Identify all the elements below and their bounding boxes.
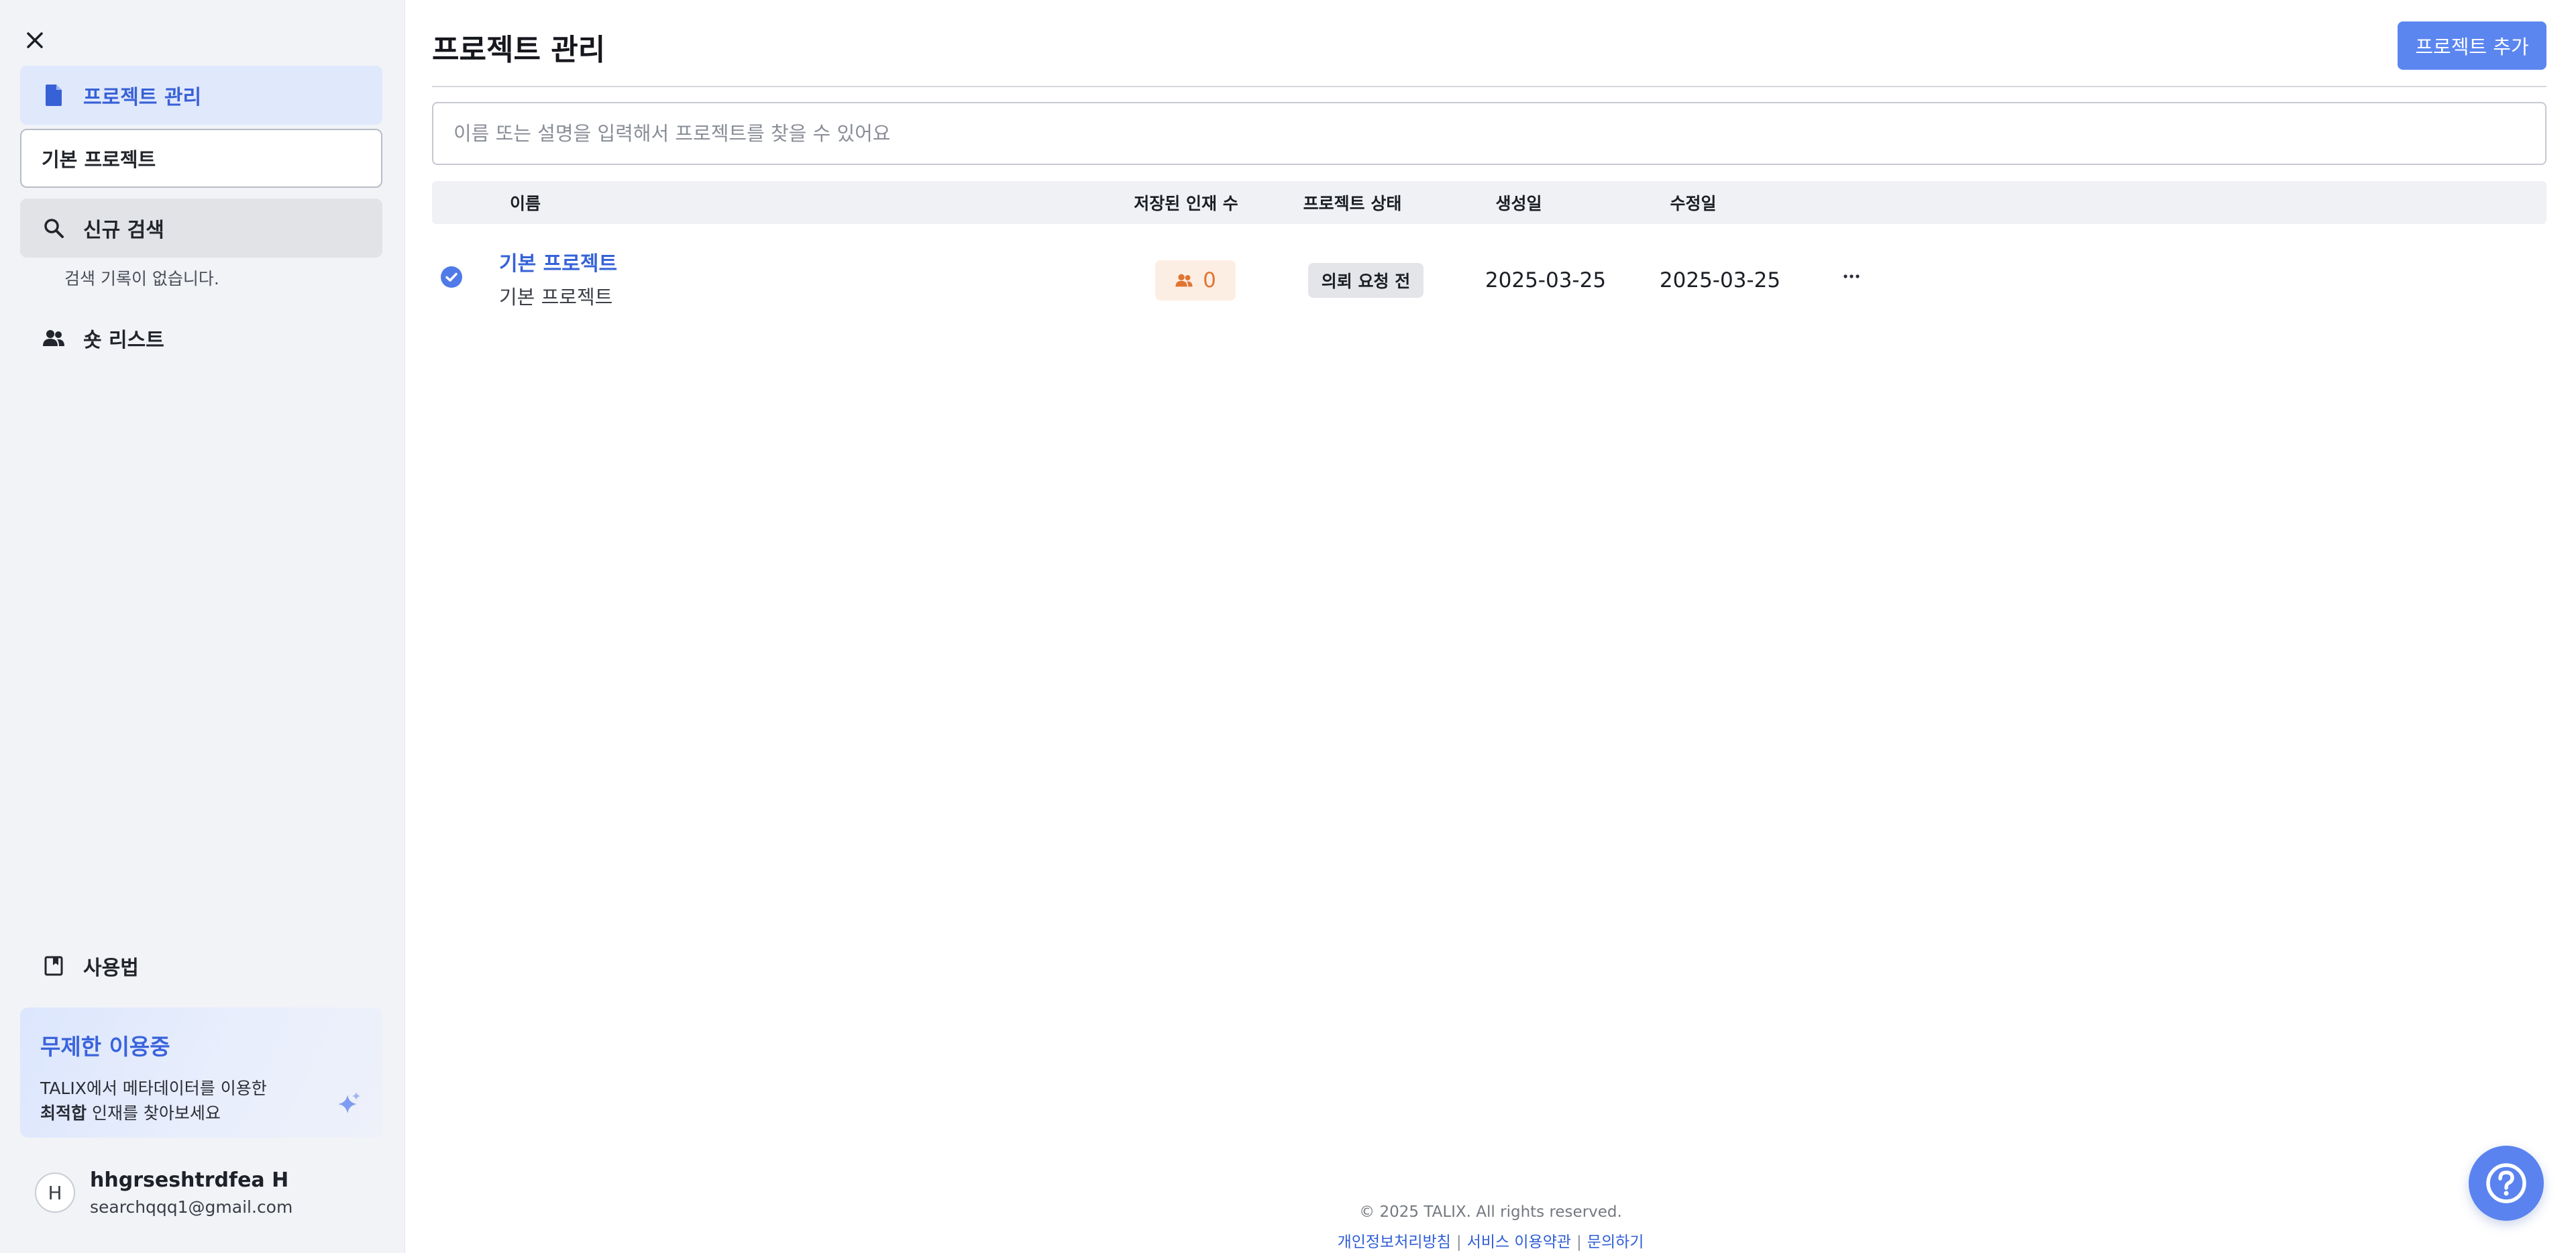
header-name[interactable]: 이름 xyxy=(510,181,541,224)
contact-link[interactable]: 문의하기 xyxy=(1587,1234,1644,1251)
sidebar-item-label: 기본 프로젝트 xyxy=(42,148,156,171)
close-icon xyxy=(27,32,43,48)
privacy-policy-link[interactable]: 개인정보처리방침 xyxy=(1338,1234,1451,1251)
header-saved-count[interactable]: 저장된 인재 수 xyxy=(1119,181,1253,224)
sidebar-item-label: 숏 리스트 xyxy=(83,329,164,352)
promo-text-line2: 최적합 인재를 찾아보세요 xyxy=(40,1101,362,1126)
users-icon xyxy=(42,326,66,350)
sidebar-item-new-search[interactable]: 신규 검색 xyxy=(20,199,382,258)
sidebar-item-guide[interactable]: 사용법 xyxy=(20,936,382,995)
sidebar-item-default-project[interactable]: 기본 프로젝트 xyxy=(20,129,382,188)
sidebar-item-project-manage[interactable]: 프로젝트 관리 xyxy=(20,66,382,125)
sidebar-item-label: 프로젝트 관리 xyxy=(83,86,202,109)
copyright-text: © 2025 TALIX. All rights reserved. xyxy=(1359,1203,1622,1221)
header-status[interactable]: 프로젝트 상태 xyxy=(1285,181,1419,224)
created-date: 2025-03-25 xyxy=(1485,268,1607,292)
page-title: 프로젝트 관리 xyxy=(432,33,606,67)
terms-link[interactable]: 서비스 이용약관 xyxy=(1467,1234,1571,1251)
modified-date: 2025-03-25 xyxy=(1659,268,1781,292)
table-row[interactable]: 기본 프로젝트 기본 프로젝트 0 의뢰 요청 전 2025-03-25 202… xyxy=(432,224,2546,335)
footer-separator: | xyxy=(1576,1234,1582,1251)
close-sidebar-button[interactable] xyxy=(20,25,50,55)
main-content: 프로젝트 관리 프로젝트 추가 이름 저장된 인재 수 프로젝트 상태 생성일 … xyxy=(405,0,2576,1253)
user-email: searchqqq1@gmail.com xyxy=(90,1197,293,1217)
promo-text-rest: 인재를 찾아보세요 xyxy=(87,1103,221,1123)
footer-links: 개인정보처리방침 | 서비스 이용약관 | 문의하기 xyxy=(405,1229,2576,1252)
footer: © 2025 TALIX. All rights reserved. 개인정보처… xyxy=(405,1203,2576,1252)
book-icon xyxy=(42,954,66,978)
saved-count-badge[interactable]: 0 xyxy=(1155,260,1236,301)
sidebar-item-label: 사용법 xyxy=(83,957,139,980)
document-icon xyxy=(42,83,66,107)
more-options-button[interactable] xyxy=(1835,263,1868,290)
help-icon xyxy=(2486,1163,2526,1203)
status-badge: 의뢰 요청 전 xyxy=(1308,263,1424,298)
sidebar-item-shortlist[interactable]: 숏 리스트 xyxy=(20,309,382,368)
project-description: 기본 프로젝트 xyxy=(499,286,613,309)
project-search-input[interactable] xyxy=(432,102,2546,165)
title-divider xyxy=(432,86,2546,87)
app-root: 프로젝트 관리 기본 프로젝트 신규 검색 검색 기록이 없습니다. 숏 리스트… xyxy=(0,0,2576,1253)
search-history-empty: 검색 기록이 없습니다. xyxy=(64,269,219,288)
promo-bold-word: 최적합 xyxy=(40,1103,87,1123)
promo-text-line1: TALIX에서 메타데이터를 이용한 xyxy=(40,1079,267,1098)
user-profile[interactable]: H hhgrseshtrdfea H searchqqq1@gmail.com xyxy=(35,1168,292,1217)
footer-separator: | xyxy=(1456,1234,1462,1251)
check-circle-icon[interactable] xyxy=(440,266,463,288)
sidebar-item-label: 신규 검색 xyxy=(83,219,164,242)
add-project-button[interactable]: 프로젝트 추가 xyxy=(2398,21,2546,70)
project-table: 이름 저장된 인재 수 프로젝트 상태 생성일 수정일 기본 프로젝트 기본 프… xyxy=(432,181,2546,335)
promo-card[interactable]: 무제한 이용중 TALIX에서 메타데이터를 이용한 최적합 인재를 찾아보세요 xyxy=(20,1007,382,1138)
sidebar: 프로젝트 관리 기본 프로젝트 신규 검색 검색 기록이 없습니다. 숏 리스트… xyxy=(0,0,405,1253)
user-name: hhgrseshtrdfea H xyxy=(90,1168,289,1192)
users-icon xyxy=(1175,274,1193,287)
sparkle-icon xyxy=(338,1092,360,1113)
project-name-link[interactable]: 기본 프로젝트 xyxy=(499,247,617,276)
table-header: 이름 저장된 인재 수 프로젝트 상태 생성일 수정일 xyxy=(432,181,2546,224)
saved-count-value: 0 xyxy=(1203,268,1216,292)
header-created[interactable]: 생성일 xyxy=(1452,181,1586,224)
avatar: H xyxy=(35,1173,75,1213)
more-icon xyxy=(1843,274,1860,278)
help-button[interactable] xyxy=(2469,1146,2544,1221)
header-modified[interactable]: 수정일 xyxy=(1626,181,1760,224)
search-icon xyxy=(42,216,66,240)
promo-title: 무제한 이용중 xyxy=(40,1034,170,1060)
user-info: hhgrseshtrdfea H searchqqq1@gmail.com xyxy=(90,1168,292,1217)
